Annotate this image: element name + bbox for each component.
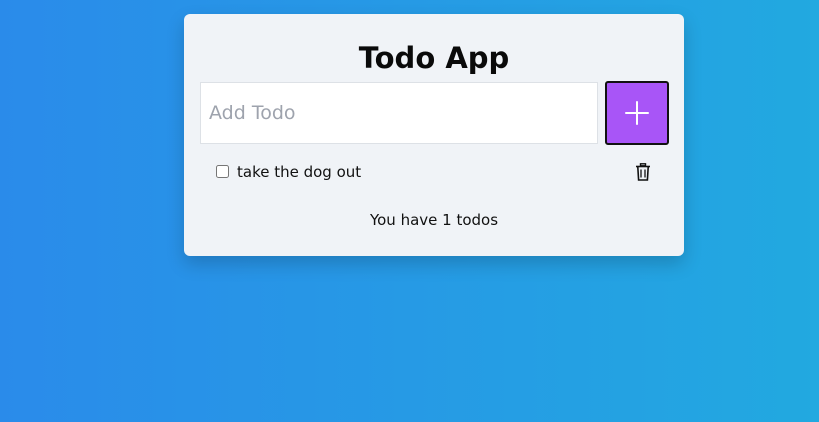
plus-icon: [625, 101, 649, 125]
todo-item: take the dog out: [216, 160, 656, 184]
delete-todo-button[interactable]: [635, 162, 653, 182]
add-todo-button[interactable]: [605, 81, 669, 145]
todo-card: Todo App take the dog out You have 1 tod…: [184, 14, 684, 256]
add-todo-input[interactable]: [200, 82, 598, 144]
add-todo-row: [200, 81, 669, 145]
trash-icon: [636, 163, 650, 181]
todo-text: take the dog out: [237, 163, 362, 181]
todo-count: You have 1 todos: [369, 211, 499, 229]
todo-checkbox[interactable]: [216, 165, 229, 178]
app-title: Todo App: [358, 41, 510, 75]
